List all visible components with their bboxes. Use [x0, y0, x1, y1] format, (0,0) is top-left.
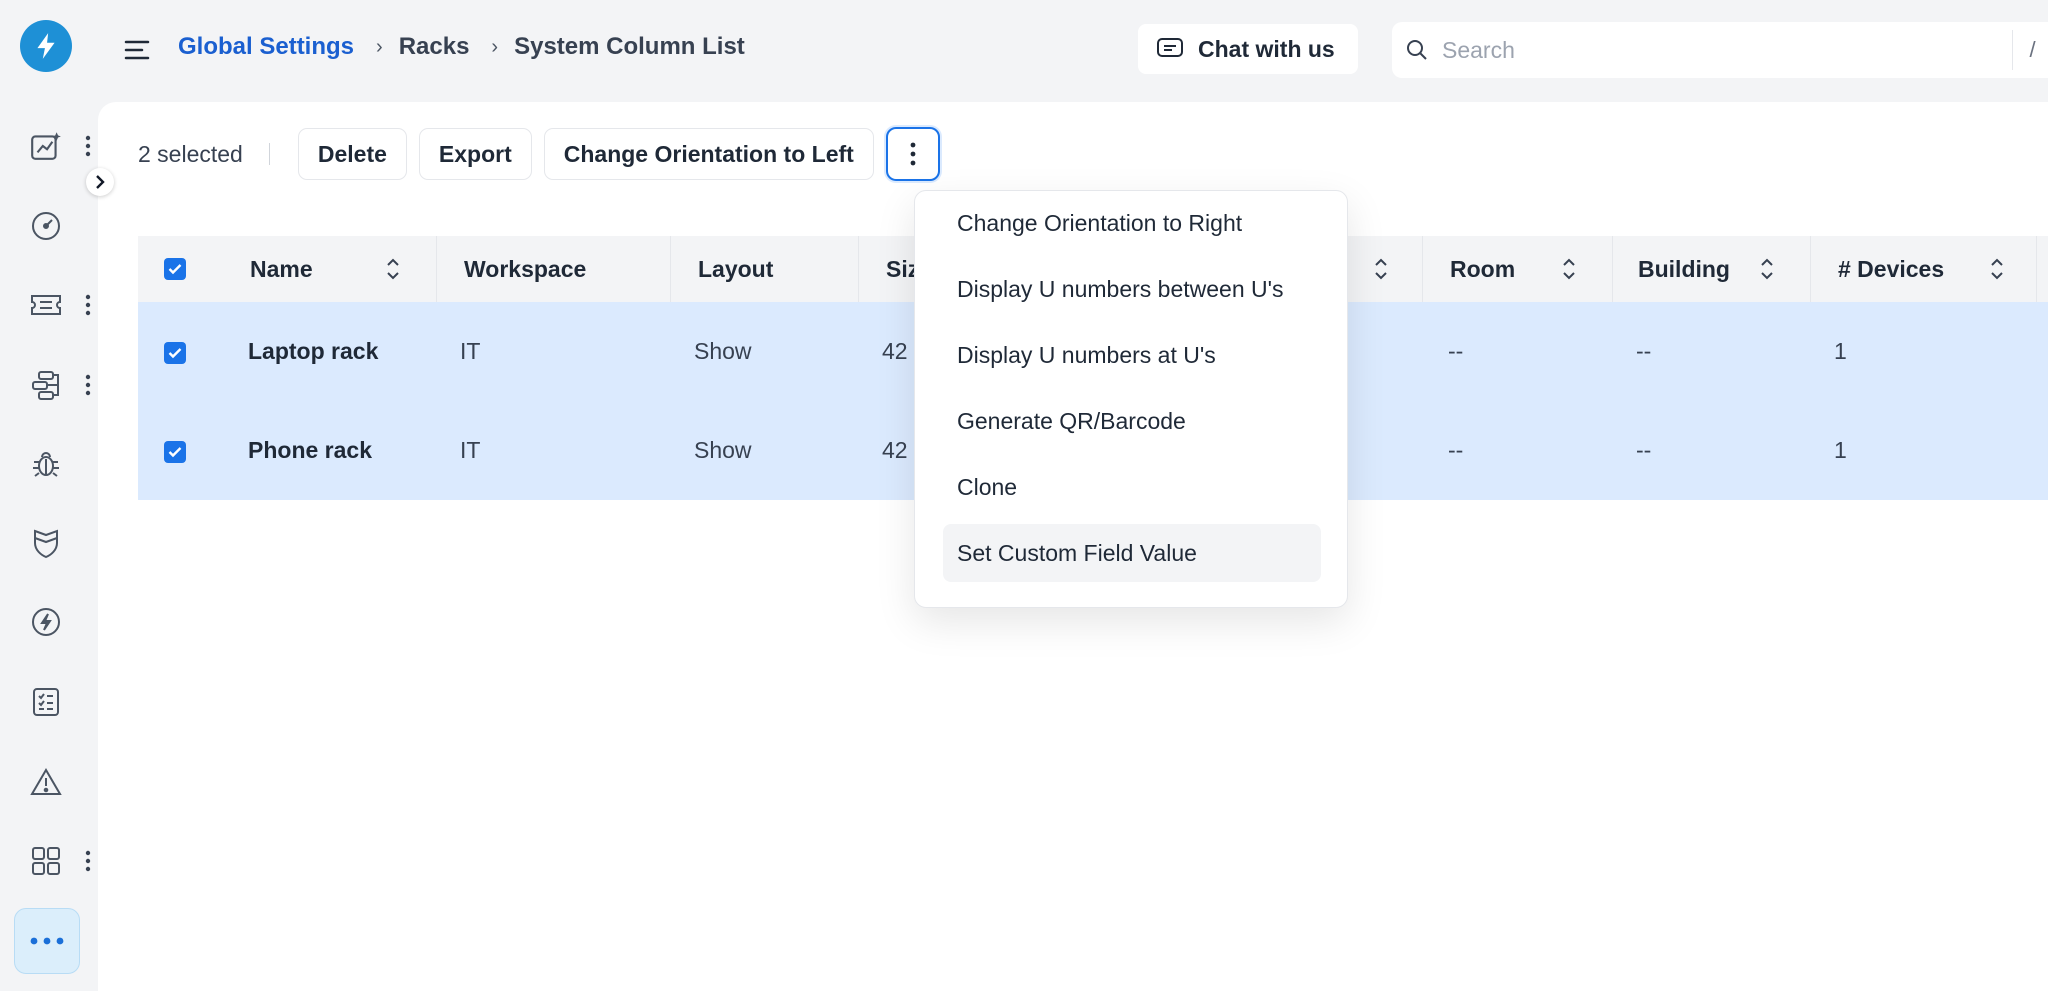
chat-label: Chat with us — [1198, 35, 1335, 62]
sort-icon[interactable] — [384, 256, 402, 282]
warning-icon — [30, 768, 62, 795]
sidebar-item-menu-icon[interactable] — [82, 373, 94, 397]
cell-room: -- — [1448, 338, 1464, 364]
sidebar-item-bugs[interactable] — [26, 444, 66, 484]
menu-item-display-u-between[interactable]: Display U numbers between U's — [943, 260, 1321, 318]
chevron-right-icon: › — [491, 35, 499, 58]
sort-icon[interactable] — [1988, 256, 2006, 282]
menu-item-set-custom-field-value[interactable]: Set Custom Field Value — [943, 524, 1321, 582]
menu-toggle-button[interactable] — [124, 38, 150, 64]
sidebar-item-tickets[interactable] — [26, 285, 66, 325]
cell-building: -- — [1636, 437, 1652, 463]
menu-item-generate-qr-barcode[interactable]: Generate QR/Barcode — [943, 392, 1321, 450]
cell-room: -- — [1448, 437, 1464, 463]
column-header-room[interactable]: Room — [1450, 236, 1515, 302]
cell-name[interactable]: Laptop rack — [248, 302, 378, 401]
selected-count: 2 selected — [138, 140, 243, 167]
cell-building: -- — [1636, 338, 1652, 364]
column-header-name[interactable]: Name — [250, 236, 313, 302]
column-header-workspace[interactable]: Workspace — [464, 236, 586, 302]
sidebar-item-security[interactable] — [26, 523, 66, 563]
analytics-icon — [31, 132, 61, 160]
sidebar-item-alerts[interactable] — [26, 762, 66, 802]
cell-layout: Show — [694, 437, 752, 463]
cell-devices: 1 — [1834, 437, 1847, 463]
hamburger-icon — [124, 40, 150, 60]
check-icon — [168, 447, 182, 458]
shield-icon — [34, 529, 58, 559]
workflow-icon — [32, 371, 59, 400]
lightning-icon — [37, 33, 55, 59]
chat-with-us-button[interactable]: Chat with us — [1138, 24, 1358, 74]
sort-icon[interactable] — [1758, 256, 1776, 282]
breadcrumb: Global Settings › Racks › System Column … — [178, 33, 745, 61]
cell-size: 42 — [882, 338, 908, 364]
chat-icon — [1157, 38, 1183, 57]
sidebar-item-menu-icon[interactable] — [82, 134, 94, 158]
row-checkbox[interactable] — [164, 441, 186, 463]
cell-devices: 1 — [1834, 338, 1847, 364]
column-header-layout[interactable]: Layout — [698, 236, 773, 302]
global-search: / — [1392, 22, 2048, 78]
row-checkbox[interactable] — [164, 342, 186, 364]
sidebar-item-menu-icon[interactable] — [82, 849, 94, 873]
sidebar-item-apps[interactable] — [26, 841, 66, 881]
cell-layout: Show — [694, 338, 752, 364]
delete-button[interactable]: Delete — [297, 128, 407, 180]
cell-name[interactable]: Phone rack — [248, 401, 372, 500]
kebab-vertical-icon — [910, 142, 916, 166]
column-header-devices[interactable]: # Devices — [1838, 236, 1944, 302]
breadcrumb-global-settings[interactable]: Global Settings — [178, 33, 354, 61]
compass-icon — [32, 608, 60, 636]
check-icon — [168, 264, 182, 275]
more-actions-menu: Change Orientation to Right Display U nu… — [914, 190, 1348, 608]
apps-grid-icon — [32, 847, 60, 875]
cell-workspace: IT — [460, 437, 481, 463]
checklist-icon — [33, 688, 59, 716]
app-logo[interactable] — [20, 20, 72, 72]
select-all-checkbox[interactable] — [164, 258, 186, 280]
sort-icon[interactable] — [1372, 256, 1390, 282]
sidebar-item-analytics[interactable] — [26, 126, 66, 166]
chevron-right-icon: › — [376, 35, 383, 58]
sidebar-expand-button[interactable] — [86, 168, 114, 196]
bulk-actions-toolbar: 2 selected Delete Export Change Orientat… — [138, 127, 940, 181]
more-actions-button[interactable] — [885, 127, 940, 181]
sidebar-item-dashboard[interactable] — [26, 206, 66, 246]
cell-workspace: IT — [460, 338, 481, 364]
chevron-right-icon — [96, 175, 105, 189]
menu-item-change-orientation-right[interactable]: Change Orientation to Right — [943, 194, 1321, 252]
search-icon — [1407, 40, 1427, 60]
sort-icon[interactable] — [1560, 256, 1578, 282]
search-input[interactable] — [1442, 36, 1962, 64]
sidebar-item-tasks[interactable] — [26, 682, 66, 722]
export-button[interactable]: Export — [418, 128, 532, 180]
breadcrumb-racks[interactable]: Racks — [399, 33, 470, 61]
search-shortcut-key: / — [2012, 30, 2048, 70]
menu-item-display-u-at[interactable]: Display U numbers at U's — [943, 326, 1321, 384]
sidebar — [0, 0, 98, 991]
sidebar-item-menu-icon[interactable] — [82, 293, 94, 317]
sidebar-item-explore[interactable] — [26, 602, 66, 642]
toolbar-divider — [268, 143, 270, 165]
column-header-building[interactable]: Building — [1638, 236, 1730, 302]
sidebar-item-workflows[interactable] — [26, 365, 66, 405]
check-icon — [168, 348, 182, 359]
cell-size: 42 — [882, 437, 908, 463]
more-horizontal-icon — [30, 937, 64, 945]
change-orientation-left-button[interactable]: Change Orientation to Left — [543, 128, 874, 180]
menu-item-clone[interactable]: Clone — [943, 458, 1321, 516]
ticket-icon — [31, 295, 61, 315]
bug-icon — [33, 452, 59, 477]
more-apps-button[interactable] — [14, 908, 80, 974]
gauge-icon — [32, 212, 60, 240]
breadcrumb-current-page: System Column List — [514, 33, 745, 60]
